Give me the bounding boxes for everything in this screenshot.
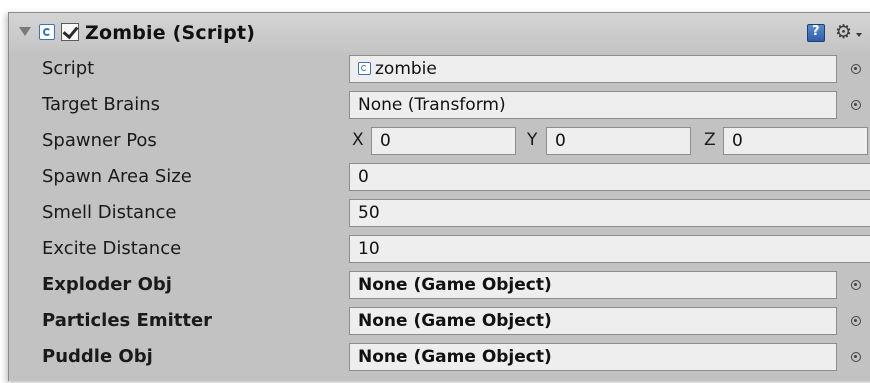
exploder-obj-object-picker-icon[interactable]	[851, 280, 861, 290]
field-label-smell-distance: Smell Distance	[42, 202, 177, 223]
field-label-excite-distance: Excite Distance	[42, 238, 182, 259]
spawner-pos-x-label: X	[352, 130, 364, 150]
target-brains-field[interactable]: None (Transform)	[349, 91, 837, 119]
field-label-target-brains: Target Brains	[42, 94, 160, 115]
script-icon	[39, 24, 55, 40]
excite-distance-input[interactable]: 10	[349, 235, 870, 263]
field-label-particles-emitter: Particles Emitter	[42, 310, 213, 331]
spawner-pos-y-label: Y	[527, 130, 538, 150]
help-icon[interactable]	[807, 24, 825, 42]
script-field[interactable]: zombie	[349, 55, 837, 83]
particles-emitter-field[interactable]: None (Game Object)	[349, 307, 837, 335]
puddle-obj-object-picker-icon[interactable]	[851, 352, 861, 362]
row-particles-emitter: Particles Emitter None (Game Object)	[9, 303, 870, 339]
field-label-spawn-area-size: Spawn Area Size	[42, 166, 192, 187]
row-puddle-obj: Puddle Obj None (Game Object)	[9, 339, 870, 375]
particles-emitter-object-picker-icon[interactable]	[851, 316, 861, 326]
field-label-spawner-pos: Spawner Pos	[42, 130, 157, 151]
gear-icon[interactable]: ⚙	[835, 22, 852, 42]
spawn-area-size-input[interactable]: 0	[349, 163, 870, 191]
row-exploder-obj: Exploder Obj None (Game Object)	[9, 267, 870, 303]
row-excite-distance: Excite Distance 10	[9, 231, 870, 267]
field-label-exploder-obj: Exploder Obj	[42, 274, 172, 295]
puddle-obj-field[interactable]: None (Game Object)	[349, 343, 837, 371]
row-spawner-pos: Spawner Pos X 0 Y 0 Z 0	[9, 123, 870, 159]
gear-dropdown-caret-icon[interactable]	[856, 33, 862, 37]
row-target-brains: Target Brains None (Transform)	[9, 87, 870, 123]
row-spawn-area-size: Spawn Area Size 0	[9, 159, 870, 195]
field-label-puddle-obj: Puddle Obj	[42, 346, 153, 367]
smell-distance-input[interactable]: 50	[349, 199, 870, 227]
component-panel: Zombie (Script) ⚙ Script zombie Target B…	[8, 12, 870, 381]
spawner-pos-y-input[interactable]: 0	[546, 127, 691, 155]
spawner-pos-z-input[interactable]: 0	[723, 127, 868, 155]
foldout-arrow-icon[interactable]	[19, 27, 31, 36]
target-brains-object-picker-icon[interactable]	[851, 100, 861, 110]
component-title: Zombie (Script)	[85, 22, 256, 44]
script-object-picker-icon[interactable]	[851, 64, 861, 74]
field-label-script: Script	[42, 58, 95, 79]
component-enabled-checkbox[interactable]	[61, 23, 79, 41]
component-header: Zombie (Script) ⚙	[9, 13, 870, 53]
spawner-pos-x-input[interactable]: 0	[371, 127, 516, 155]
spawner-pos-z-label: Z	[704, 130, 716, 150]
script-field-value: zombie	[375, 59, 437, 79]
row-script: Script zombie	[9, 51, 870, 87]
script-asset-icon	[358, 62, 371, 75]
exploder-obj-field[interactable]: None (Game Object)	[349, 271, 837, 299]
row-smell-distance: Smell Distance 50	[9, 195, 870, 231]
